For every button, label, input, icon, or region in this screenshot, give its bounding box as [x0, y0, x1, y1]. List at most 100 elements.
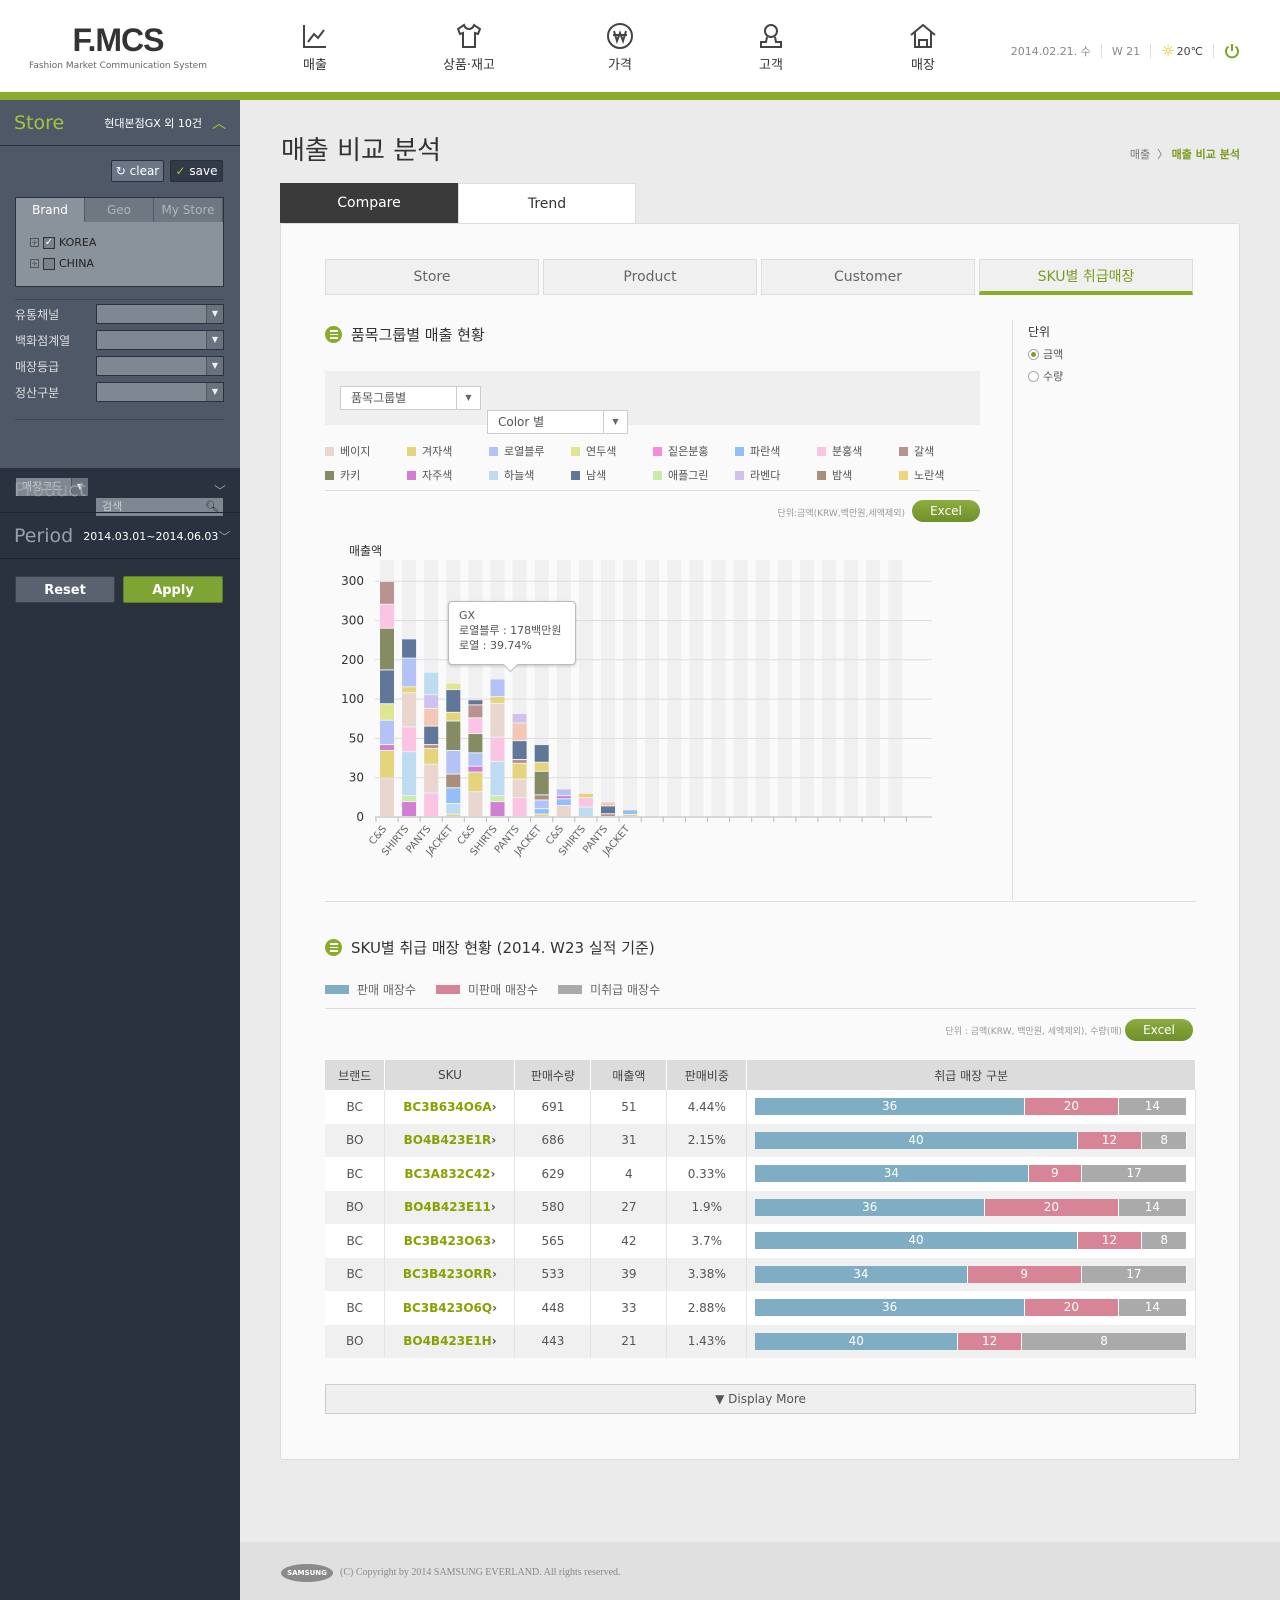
bar-segment-beige[interactable] [490, 703, 505, 737]
bar-segment-brown[interactable] [601, 814, 615, 816]
bar-segment-blue[interactable] [556, 799, 571, 805]
dept-store-select[interactable]: ▼ [96, 330, 224, 350]
bar-segment-beige[interactable] [402, 693, 417, 727]
bar-segment-brown[interactable] [512, 760, 527, 763]
bar-segment-navy[interactable] [534, 745, 549, 762]
subtab-customer[interactable]: Customer [761, 259, 975, 295]
table-row[interactable]: BC BC3B423O6Q› 448 33 2.88% 36 20 14 [325, 1291, 1196, 1325]
legend-item[interactable]: 분홍색 [817, 443, 899, 459]
checkbox-checked[interactable]: ✓ [43, 236, 55, 249]
nav-customer[interactable]: 고객 [716, 22, 826, 73]
color-select[interactable]: Color 별 ▼ [487, 410, 628, 434]
bar-segment-blue[interactable] [534, 809, 549, 814]
radio-quantity[interactable]: 수량 [1028, 368, 1063, 384]
bar-segment-royal[interactable] [468, 753, 483, 766]
bar-segment-brown[interactable] [380, 581, 394, 604]
legend-item[interactable]: 노란색 [899, 467, 981, 483]
bar-segment-blue[interactable] [623, 810, 638, 815]
sku-cell[interactable]: BC3B423O6Q› [384, 1291, 516, 1325]
bar-segment-khaki[interactable] [468, 734, 483, 753]
excel-button[interactable]: Excel [912, 500, 980, 522]
bar-segment-mustard[interactable] [380, 750, 394, 778]
bar-segment-pink[interactable] [578, 798, 593, 807]
arrow-circle-icon[interactable]: › [491, 1200, 496, 1214]
bar-segment-royal[interactable] [402, 658, 417, 687]
legend-item[interactable]: 로열블루 [489, 443, 571, 459]
bar-segment-pink[interactable] [468, 718, 483, 734]
table-row[interactable]: BC BC3B423ORR› 533 39 3.38% 34 9 17 [325, 1257, 1196, 1291]
store-grade-select[interactable]: ▼ [96, 356, 224, 376]
sku-link[interactable]: BC3B423O63 [404, 1234, 491, 1248]
tab-geo[interactable]: Geo [85, 198, 154, 222]
subtab-sku-stores[interactable]: SKU별 취급매장 [979, 259, 1193, 295]
tree-item-korea[interactable]: + ✓ KOREA [30, 236, 223, 249]
arrow-circle-icon[interactable]: › [491, 1234, 496, 1248]
clear-button[interactable]: ↻ clear [111, 160, 164, 182]
bar-segment-chestnut[interactable] [446, 774, 461, 788]
bar-segment-navy[interactable] [468, 700, 483, 705]
column-header[interactable]: 브랜드 [325, 1060, 386, 1090]
legend-item[interactable]: 베이지 [325, 443, 407, 459]
table-row[interactable]: BC BC3B634O6A› 691 51 4.44% 36 20 14 [325, 1090, 1196, 1124]
bar-segment-magenta[interactable] [380, 745, 394, 750]
column-header[interactable]: 매출액 [590, 1060, 668, 1090]
legend-item[interactable]: 겨자색 [407, 443, 489, 459]
breadcrumb-item[interactable]: 매출 [1130, 148, 1150, 161]
sku-cell[interactable]: BO4B423E1R› [384, 1123, 516, 1157]
tab-brand[interactable]: Brand [16, 198, 85, 222]
bar-segment-brown[interactable] [468, 705, 483, 718]
bar-segment-royal[interactable] [534, 800, 549, 809]
settlement-select[interactable]: ▼ [96, 382, 224, 402]
legend-item[interactable]: 연두색 [571, 443, 653, 459]
bar-segment-mustard[interactable] [490, 697, 505, 703]
bar-segment-mustard[interactable] [512, 763, 527, 779]
table-row[interactable]: BC BC3B423O63› 565 42 3.7% 40 12 8 [325, 1224, 1196, 1258]
bar-segment-mustard[interactable] [534, 814, 549, 816]
save-button[interactable]: ✓ save [170, 160, 223, 182]
bar-segment-khaki[interactable] [380, 628, 394, 670]
legend-item[interactable]: 애플그린 [653, 467, 735, 483]
arrow-circle-icon[interactable]: › [491, 1167, 496, 1181]
bar-segment-mustard[interactable] [446, 814, 461, 816]
bar-segment-apple[interactable] [402, 796, 417, 802]
bar-segment-pink[interactable] [380, 604, 394, 628]
bar-segment-lime[interactable] [380, 704, 394, 720]
radio-amount[interactable]: 금액 [1028, 346, 1063, 362]
period-section-header[interactable]: Period 2014.03.01~2014.06.03 ﹀ [0, 514, 240, 559]
bar-segment-royal[interactable] [556, 789, 571, 796]
sku-cell[interactable]: BC3B423ORR› [384, 1257, 516, 1291]
bar-segment-navy[interactable] [402, 639, 417, 658]
bar-segment-navy[interactable] [512, 741, 527, 760]
legend-item[interactable]: 갈색 [899, 443, 981, 459]
apply-button[interactable]: Apply [123, 576, 223, 603]
bar-segment-beige[interactable] [424, 764, 439, 793]
sku-link[interactable]: BC3B634O6A [403, 1100, 491, 1114]
bar-segment-salmon[interactable] [424, 708, 439, 726]
bar-segment-mustard[interactable] [468, 772, 483, 792]
bar-segment-mustard[interactable] [402, 687, 417, 693]
tab-trend[interactable]: Trend [458, 183, 636, 223]
product-section-header[interactable]: Product ﹀ [0, 468, 240, 513]
bar-segment-sky[interactable] [424, 672, 439, 695]
bar-segment-pink[interactable] [512, 798, 527, 816]
bar-segment-lavender[interactable] [424, 695, 439, 708]
arrow-circle-icon[interactable]: › [492, 1267, 497, 1281]
bar-segment-royal[interactable] [490, 679, 505, 697]
table-row[interactable]: BO BO4B423E11› 580 27 1.9% 36 20 14 [325, 1190, 1196, 1224]
sku-cell[interactable]: BO4B423E1H› [384, 1324, 516, 1358]
bar-segment-lime[interactable] [446, 683, 461, 690]
bar-segment-khaki[interactable] [534, 771, 549, 795]
power-icon[interactable] [1224, 43, 1240, 59]
radio[interactable] [1028, 370, 1039, 382]
column-header[interactable]: 판매비중 [666, 1060, 748, 1090]
sku-link[interactable]: BO4B423E1R [404, 1133, 492, 1147]
arrow-circle-icon[interactable]: › [492, 1100, 497, 1114]
bar-segment-royal[interactable] [446, 750, 461, 774]
sku-link[interactable]: BC3B423ORR [403, 1267, 492, 1281]
sku-link[interactable]: BO4B423E1H [403, 1334, 491, 1348]
excel-button[interactable]: Excel [1125, 1019, 1193, 1041]
tab-my-store[interactable]: My Store [154, 198, 223, 222]
legend-item[interactable]: 자주색 [407, 467, 489, 483]
legend-item[interactable]: 짙은분홍 [653, 443, 735, 459]
legend-item[interactable]: 밤색 [817, 467, 899, 483]
